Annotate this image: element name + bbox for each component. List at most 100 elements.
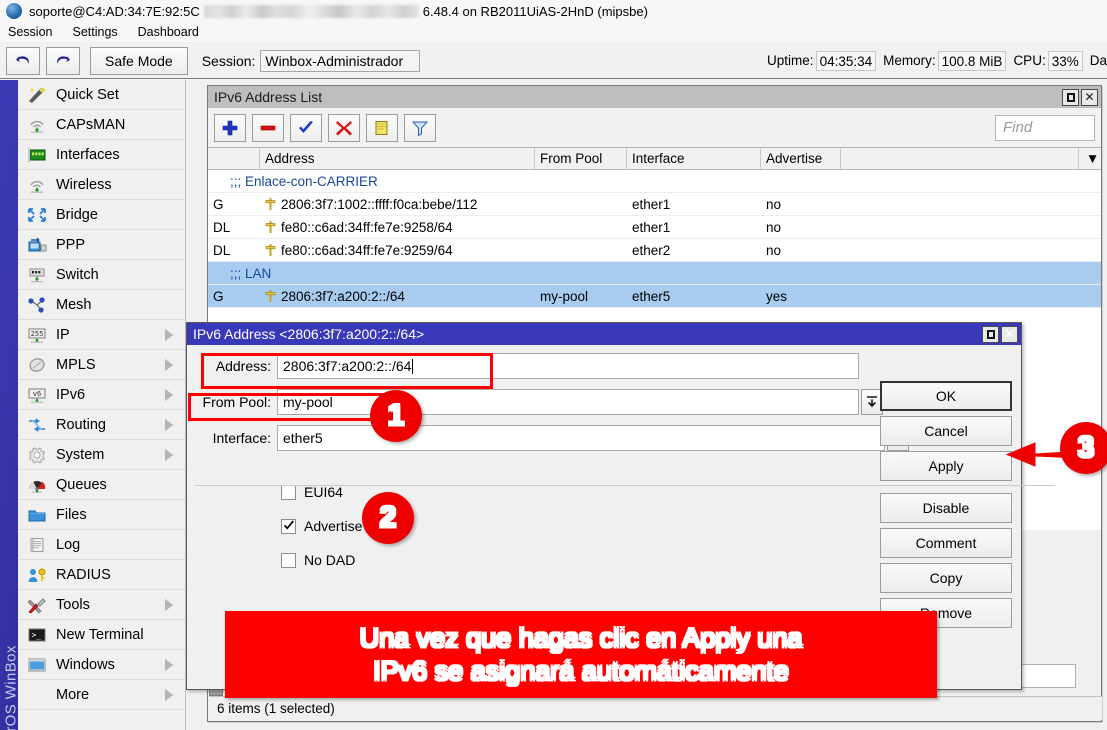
apply-button[interactable]: Apply	[880, 451, 1012, 481]
sidebar-item-mpls[interactable]: MPLS	[18, 350, 185, 380]
table-row[interactable]: G2806:3f7:1002::ffff:f0ca:bebe/112ether1…	[208, 193, 1101, 216]
no-dad-checkbox[interactable]	[281, 553, 296, 568]
grid-column-menu-icon[interactable]: ▼	[1079, 148, 1101, 169]
redacted-title-region	[204, 5, 419, 18]
column-header-advertise[interactable]: Advertise	[761, 148, 841, 169]
banner-line-2: IPv6 se asignará automáticamente	[373, 655, 789, 688]
undo-icon[interactable]	[6, 47, 40, 75]
radius-icon	[24, 564, 50, 586]
close-icon[interactable]: ✕	[1081, 89, 1098, 106]
step-badge-1: 1	[370, 390, 422, 442]
sidebar-item-tools[interactable]: Tools	[18, 590, 185, 620]
cell-from-pool: my-pool	[535, 285, 627, 307]
main-sidebar-menu: Quick SetCAPsMANInterfaces Wireless Bridge…	[18, 80, 186, 730]
table-row[interactable]: DLfe80::c6ad:34ff:fe7e:9258/64ether1no	[208, 216, 1101, 239]
menu-settings[interactable]: Settings	[62, 25, 127, 39]
sidebar-item-mesh[interactable]: Mesh	[18, 290, 185, 320]
session-input[interactable]: Winbox-Administrador	[260, 50, 420, 72]
maximize-icon[interactable]	[1062, 89, 1079, 106]
cell-spacer	[841, 216, 1101, 238]
disable-x-icon[interactable]	[328, 114, 360, 142]
cell-advertise: no	[761, 216, 841, 238]
sidebar-item-label: Switch	[56, 267, 99, 283]
sidebar-item-ipv6[interactable]: v6IPv6	[18, 380, 185, 410]
column-header-from-pool[interactable]: From Pool	[535, 148, 627, 169]
safe-mode-button[interactable]: Safe Mode	[90, 47, 188, 75]
menu-dashboard[interactable]: Dashboard	[128, 25, 209, 39]
sidebar-item-radius[interactable]: RADIUS	[18, 560, 185, 590]
sidebar-item-log[interactable]: Log	[18, 530, 185, 560]
table-row[interactable]: G2806:3f7:a200:2::/64my-poolether5yes	[208, 285, 1101, 308]
cell-address: fe80::c6ad:34ff:fe7e:9259/64	[260, 239, 535, 261]
sidebar-item-label: Wireless	[56, 177, 112, 193]
enable-check-icon[interactable]	[290, 114, 322, 142]
cell-from-pool	[535, 239, 627, 261]
sidebar-item-new-terminal[interactable]: >_New Terminal	[18, 620, 185, 650]
advertise-checkbox[interactable]	[281, 519, 296, 534]
sidebar-item-label: Log	[56, 537, 80, 553]
table-row-comment[interactable]: ;;; LAN	[208, 262, 1101, 285]
bridge-icon	[24, 204, 50, 226]
filter-funnel-icon[interactable]	[404, 114, 436, 142]
uptime-value: 04:35:34	[816, 51, 877, 71]
add-plus-icon[interactable]	[214, 114, 246, 142]
sidebar-item-interfaces[interactable]: Interfaces	[18, 140, 185, 170]
column-header-flag[interactable]	[208, 148, 260, 169]
redo-icon[interactable]	[46, 47, 80, 75]
remove-minus-icon[interactable]	[252, 114, 284, 142]
sidebar-item-bridge[interactable]: Bridge	[18, 200, 185, 230]
sidebar-item-files[interactable]: Files	[18, 500, 185, 530]
cell-flag: G	[208, 193, 260, 215]
cancel-button[interactable]: Cancel	[880, 416, 1012, 446]
table-row-comment[interactable]: ;;; Enlace-con-CARRIER	[208, 170, 1101, 193]
sidebar-item-routing[interactable]: Routing	[18, 410, 185, 440]
dialog-maximize-icon[interactable]	[982, 326, 999, 343]
sidebar-item-ppp[interactable]: PPP	[18, 230, 185, 260]
chevron-right-icon	[165, 389, 173, 401]
sidebar-item-label: Tools	[56, 597, 90, 613]
sidebar-item-windows[interactable]: Windows	[18, 650, 185, 680]
sidebar-item-label: Windows	[56, 657, 115, 673]
address-input-value: 2806:3f7:a200:2::/64	[283, 358, 411, 374]
column-header-address[interactable]: Address	[260, 148, 535, 169]
interface-label: Interface:	[187, 430, 277, 446]
sidebar-item-queues[interactable]: Queues	[18, 470, 185, 500]
from-pool-label: From Pool:	[187, 394, 277, 410]
sidebar-item-label: New Terminal	[56, 627, 144, 643]
copy-button[interactable]: Copy	[880, 563, 1012, 593]
sidebar-item-wireless[interactable]: Wireless	[18, 170, 185, 200]
sidebar-item-switch[interactable]: Switch	[18, 260, 185, 290]
comment-button[interactable]: Comment	[880, 528, 1012, 558]
dialog-title: IPv6 Address <2806:3f7:a200:2::/64>	[193, 326, 424, 342]
address-pin-icon	[262, 243, 278, 257]
sidebar-item-more[interactable]: More	[18, 680, 185, 710]
address-input[interactable]: 2806:3f7:a200:2::/64	[277, 353, 859, 379]
disable-button[interactable]: Disable	[880, 493, 1012, 523]
window-titlebar: soporte@C4:AD:34:7E:92:5C 6.48.4 on RB20…	[0, 0, 1107, 22]
cell-spacer	[841, 285, 1101, 307]
table-row[interactable]: DLfe80::c6ad:34ff:fe7e:9259/64ether2no	[208, 239, 1101, 262]
dialog-close-icon[interactable]: ✕	[1001, 326, 1018, 343]
toolbar-truncated-text: Da	[1090, 53, 1107, 68]
find-input[interactable]: Find	[995, 115, 1095, 141]
ipv6-list-title: IPv6 Address List	[214, 89, 322, 105]
interface-input[interactable]: ether5	[277, 425, 885, 451]
sidebar-item-system[interactable]: System	[18, 440, 185, 470]
cell-address: fe80::c6ad:34ff:fe7e:9258/64	[260, 216, 535, 238]
from-pool-input[interactable]: my-pool	[277, 389, 859, 415]
sidebar-item-ip[interactable]: 255IP	[18, 320, 185, 350]
column-header-interface[interactable]: Interface	[627, 148, 761, 169]
ok-button[interactable]: OK	[880, 381, 1012, 411]
comment-note-icon[interactable]	[366, 114, 398, 142]
cell-spacer	[841, 239, 1101, 261]
cpu-value: 33%	[1048, 51, 1083, 71]
eui64-checkbox[interactable]	[281, 485, 296, 500]
mpls-icon	[24, 354, 50, 376]
sidebar-item-capsman[interactable]: CAPsMAN	[18, 110, 185, 140]
cell-from-pool	[535, 193, 627, 215]
window-title-prefix: soporte@C4:AD:34:7E:92:5C	[29, 4, 200, 19]
menu-session[interactable]: Session	[0, 25, 62, 39]
nic-card-icon	[24, 144, 50, 166]
sidebar-item-quick-set[interactable]: Quick Set	[18, 80, 185, 110]
toolbar-stats: Uptime: 04:35:34 Memory: 100.8 MiB CPU: …	[760, 51, 1107, 71]
